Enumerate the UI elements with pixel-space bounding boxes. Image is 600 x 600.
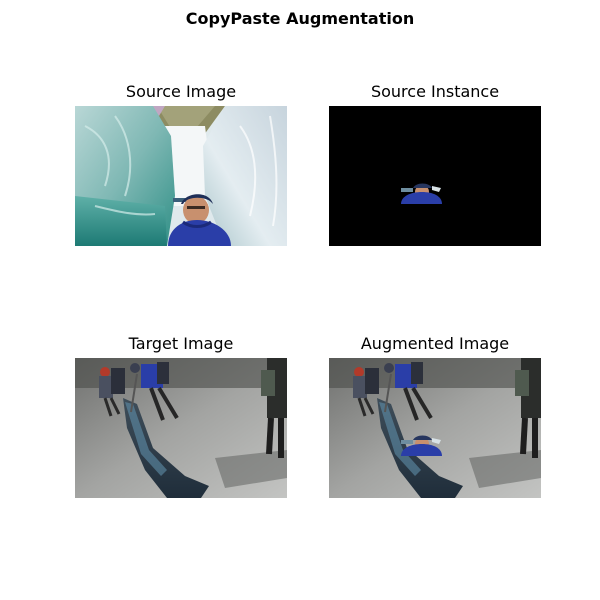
panel-title-source-image: Source Image <box>125 82 237 101</box>
target-image-graphic <box>75 358 287 498</box>
source-instance-graphic <box>329 106 541 246</box>
source-instance-image <box>329 106 541 246</box>
panel-title-target-image: Target Image <box>128 334 234 353</box>
augmented-image <box>329 358 541 498</box>
augmented-image-graphic <box>329 358 541 498</box>
source-image-graphic <box>75 106 287 246</box>
target-image <box>75 358 287 498</box>
source-image <box>75 106 287 246</box>
panel-title-augmented-image: Augmented Image <box>360 334 510 353</box>
figure-title: CopyPaste Augmentation <box>185 9 415 28</box>
panel-title-source-instance: Source Instance <box>370 82 500 101</box>
